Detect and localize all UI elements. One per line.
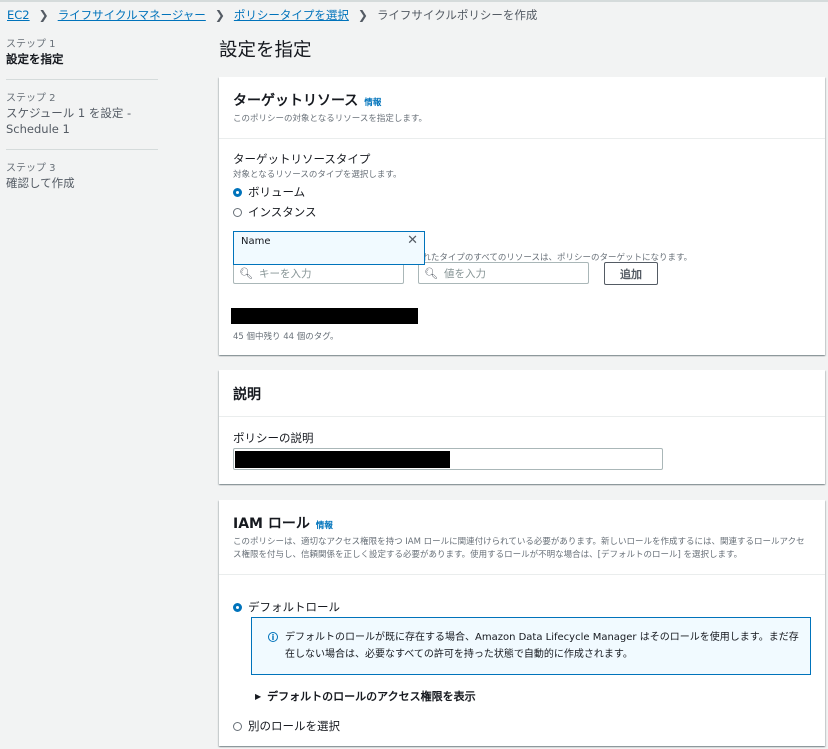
radio-selected-icon[interactable]	[233, 602, 242, 612]
panel-header: IAM ロール 情報 このポリシーは、適切なアクセス権限を持つ IAM ロールに関…	[219, 500, 825, 575]
tag-key-input[interactable]: 🔍︎ キーを入力	[233, 262, 404, 284]
breadcrumb-link-ec2[interactable]: EC2	[7, 8, 30, 22]
search-icon: 🔍︎	[239, 266, 253, 280]
expander-label: デフォルトのロールのアクセス権限を表示	[267, 690, 476, 703]
radio-label: 別のロールを選択	[248, 719, 340, 733]
breadcrumb-link-lifecycle-manager[interactable]: ライフサイクルマネージャー	[58, 7, 206, 23]
wizard-steps: ステップ 1 設定を指定 ステップ 2 スケジュール 1 を設定 - Sched…	[6, 38, 158, 215]
tag-count-text: 45 個中残り 44 個のタグ。	[233, 332, 339, 342]
step-3[interactable]: ステップ 3 確認して作成	[6, 162, 158, 203]
radio-unselected-icon[interactable]	[233, 721, 242, 731]
step-number: ステップ 3	[6, 163, 56, 174]
description-panel: 説明 ポリシーの説明	[219, 370, 825, 484]
policy-description-label: ポリシーの説明	[233, 431, 314, 445]
tag-token: Name ✕	[233, 231, 425, 265]
iam-role-panel: IAM ロール 情報 このポリシーは、適切なアクセス権限を持つ IAM ロールに関…	[219, 500, 825, 746]
permissions-expander[interactable]: ▶ デフォルトのロールのアクセス権限を表示	[255, 688, 476, 704]
panel-title: ターゲットリソース	[233, 93, 359, 109]
caret-right-icon: ▶	[255, 691, 262, 701]
chevron-right-icon: ❯	[357, 8, 368, 22]
breadcrumb: EC2 ❯ ライフサイクルマネージャー ❯ ポリシータイプを選択 ❯ ライフサイ…	[7, 7, 537, 23]
radio-label: ボリューム	[248, 185, 306, 199]
redacted-tag-value	[231, 308, 418, 324]
info-link[interactable]: 情報	[364, 96, 381, 108]
radio-selected-icon[interactable]	[233, 187, 242, 197]
redacted-description	[235, 451, 450, 468]
page-title: 設定を指定	[219, 40, 312, 61]
breadcrumb-link-policy-type[interactable]: ポリシータイプを選択	[234, 7, 349, 23]
step-title: 設定を指定	[6, 52, 64, 66]
target-resources-panel: ターゲットリソース 情報 このポリシーの対象となるリソースを指定します。 ターゲッ…	[219, 77, 825, 355]
step-title: スケジュール 1 を設定 - Schedule 1	[6, 106, 132, 136]
add-tag-button[interactable]: 追加	[604, 262, 658, 285]
resource-type-label: ターゲットリソースタイプ	[233, 152, 371, 166]
tag-value-input[interactable]: 🔍︎ 値を入力	[418, 262, 589, 284]
chevron-right-icon: ❯	[38, 8, 49, 22]
radio-instance[interactable]: インスタンス	[233, 204, 811, 220]
panel-title: 説明	[233, 387, 261, 403]
step-1: ステップ 1 設定を指定	[6, 38, 158, 80]
top-border	[0, 0, 828, 2]
radio-default-role[interactable]: デフォルトロール	[233, 599, 340, 615]
resource-type-description: 対象となるリソースのタイプを選択します。	[233, 170, 402, 180]
info-alert: i デフォルトのロールが既に存在する場合、Amazon Data Lifecyc…	[251, 617, 811, 675]
input-placeholder: キーを入力	[258, 267, 312, 280]
radio-label: デフォルトロール	[248, 600, 340, 614]
step-2[interactable]: ステップ 2 スケジュール 1 を設定 - Schedule 1	[6, 92, 158, 150]
radio-volume[interactable]: ボリューム	[233, 184, 811, 200]
panel-title: IAM ロール	[233, 516, 310, 532]
close-icon[interactable]: ✕	[407, 233, 418, 248]
panel-description: このポリシーは、適切なアクセス権限を持つ IAM ロールに関連付けられている必要…	[233, 537, 805, 560]
panel-header: ターゲットリソース 情報 このポリシーの対象となるリソースを指定します。	[219, 77, 825, 139]
radio-other-role[interactable]: 別のロールを選択	[233, 718, 340, 734]
step-title: 確認して作成	[6, 176, 75, 190]
info-icon: i	[268, 632, 278, 642]
input-placeholder: 値を入力	[443, 267, 486, 280]
search-icon: 🔍︎	[424, 266, 438, 280]
chevron-right-icon: ❯	[214, 8, 225, 22]
step-number: ステップ 2	[6, 93, 56, 104]
radio-label: インスタンス	[248, 205, 317, 219]
info-link[interactable]: 情報	[316, 519, 333, 531]
alert-text: デフォルトのロールが既に存在する場合、Amazon Data Lifecycle…	[285, 632, 799, 660]
panel-header: 説明	[219, 370, 825, 417]
breadcrumb-current: ライフサイクルポリシーを作成	[376, 8, 538, 22]
radio-unselected-icon[interactable]	[233, 207, 242, 217]
step-number: ステップ 1	[6, 39, 56, 50]
tag-token-key: Name	[241, 236, 271, 247]
panel-description: このポリシーの対象となるリソースを指定します。	[233, 114, 427, 124]
